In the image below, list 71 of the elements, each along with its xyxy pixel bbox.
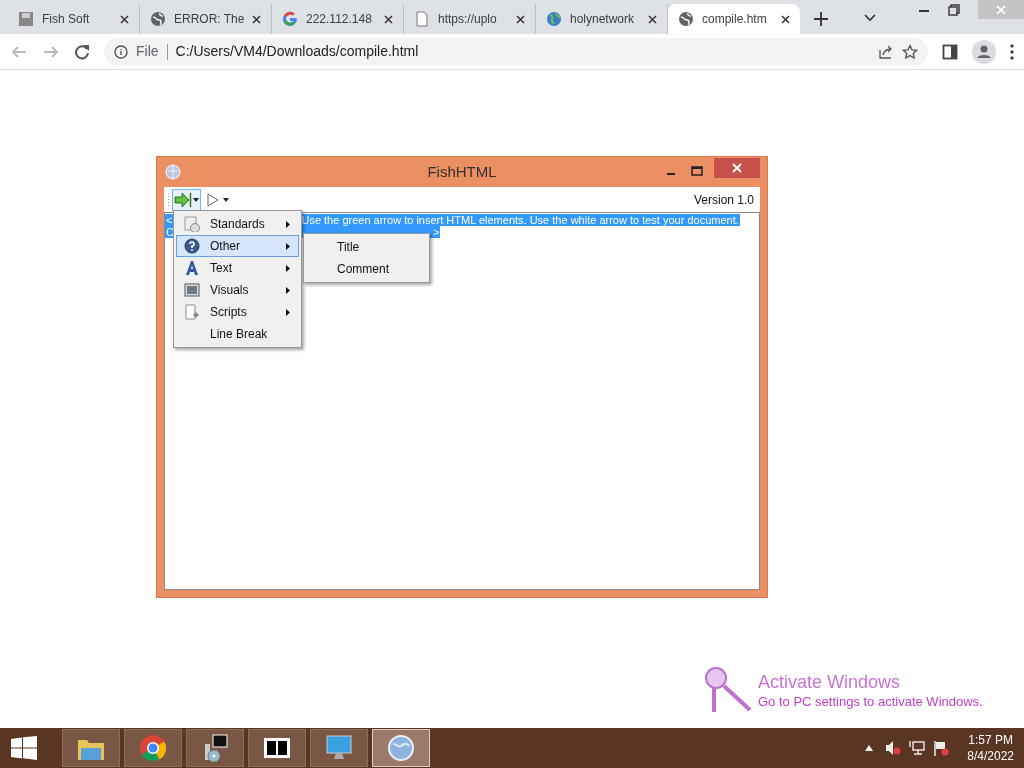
clock-time: 1:57 PM (968, 732, 1013, 748)
letter-icon (184, 260, 200, 276)
menu-item[interactable]: Title (304, 236, 429, 258)
play-icon (206, 192, 220, 207)
clock-date: 8/4/2022 (967, 748, 1014, 764)
tab-title: https://uplo (438, 11, 498, 28)
earth-icon (546, 11, 562, 27)
address-bar[interactable]: File C:/Users/VM4/Downloads/compile.html (104, 37, 928, 66)
globe-icon (165, 164, 181, 180)
chrome-icon (137, 732, 169, 764)
document-icon (184, 216, 200, 232)
activation-title: Activate Windows (758, 671, 902, 693)
app-icon (18, 11, 34, 27)
tab-title: 222.112.148 (306, 11, 373, 28)
globe-icon (150, 11, 166, 27)
close-tab-icon[interactable] (384, 14, 393, 24)
globe-icon (385, 732, 417, 764)
side-panel-icon[interactable] (942, 43, 958, 60)
close-tab-icon[interactable] (252, 14, 261, 24)
caret-icon (223, 197, 229, 202)
tab-title: ERROR: The (174, 11, 244, 28)
tab-title: holynetwork (570, 11, 636, 28)
taskbar-app[interactable] (248, 729, 306, 767)
close-tab-icon[interactable] (120, 14, 129, 24)
close-button[interactable] (714, 158, 760, 178)
close-icon (996, 4, 1006, 15)
network-icon[interactable] (909, 740, 926, 756)
page-icon (414, 11, 430, 27)
version-label: Version 1.0 (693, 191, 754, 209)
image-icon (184, 282, 200, 298)
insert-button[interactable] (172, 188, 201, 211)
menu-item[interactable]: Comment (304, 258, 429, 280)
muted-speaker-icon[interactable] (885, 740, 902, 756)
selected-text: < (165, 214, 174, 226)
close-icon (732, 163, 742, 173)
star-icon[interactable] (902, 43, 918, 60)
taskbar-app[interactable] (186, 729, 244, 767)
info-icon[interactable] (114, 44, 128, 59)
restore-icon[interactable] (948, 4, 960, 16)
menu-item[interactable]: Text (176, 257, 299, 279)
close-tab-icon[interactable] (781, 14, 790, 24)
browser-tab[interactable]: compile.htm (668, 4, 800, 34)
url-text: C:/Users/VM4/Downloads/compile.html (175, 42, 419, 61)
menu-item[interactable]: Visuals (176, 279, 299, 301)
window-title: FishHTML (427, 161, 497, 182)
close-tab-icon[interactable] (648, 14, 657, 24)
reload-icon[interactable] (74, 43, 90, 60)
arrow-icon (174, 191, 192, 208)
menu-item[interactable]: Line Break (176, 323, 299, 345)
menu-item[interactable]: Scripts (176, 301, 299, 323)
selected-text: > (432, 226, 441, 238)
menu-icon[interactable] (1010, 43, 1014, 60)
tab-title: Fish Soft (42, 11, 91, 28)
google-icon (282, 11, 298, 27)
start-icon[interactable] (10, 736, 38, 760)
profile-icon[interactable] (972, 39, 996, 64)
menu-item[interactable]: Other (176, 235, 299, 257)
tray-arrow-icon[interactable] (865, 745, 874, 751)
selected-text: Use the green arrow to insert HTML elements. Use the white arrow to test your document. (301, 214, 740, 226)
activation-message: Go to PC settings to activate Windows. (758, 693, 983, 711)
help-icon (184, 238, 200, 254)
script-icon (184, 304, 200, 320)
scheme-label: File (136, 42, 159, 61)
globe-icon (678, 11, 694, 27)
tab-title: compile.htm (702, 11, 768, 28)
flag-icon[interactable] (933, 740, 950, 756)
close-tab-icon[interactable] (516, 14, 525, 24)
menu-item[interactable]: Standards (176, 213, 299, 235)
share-icon[interactable] (878, 43, 894, 60)
tab-search-icon[interactable] (864, 14, 876, 22)
caret-icon (193, 197, 199, 202)
